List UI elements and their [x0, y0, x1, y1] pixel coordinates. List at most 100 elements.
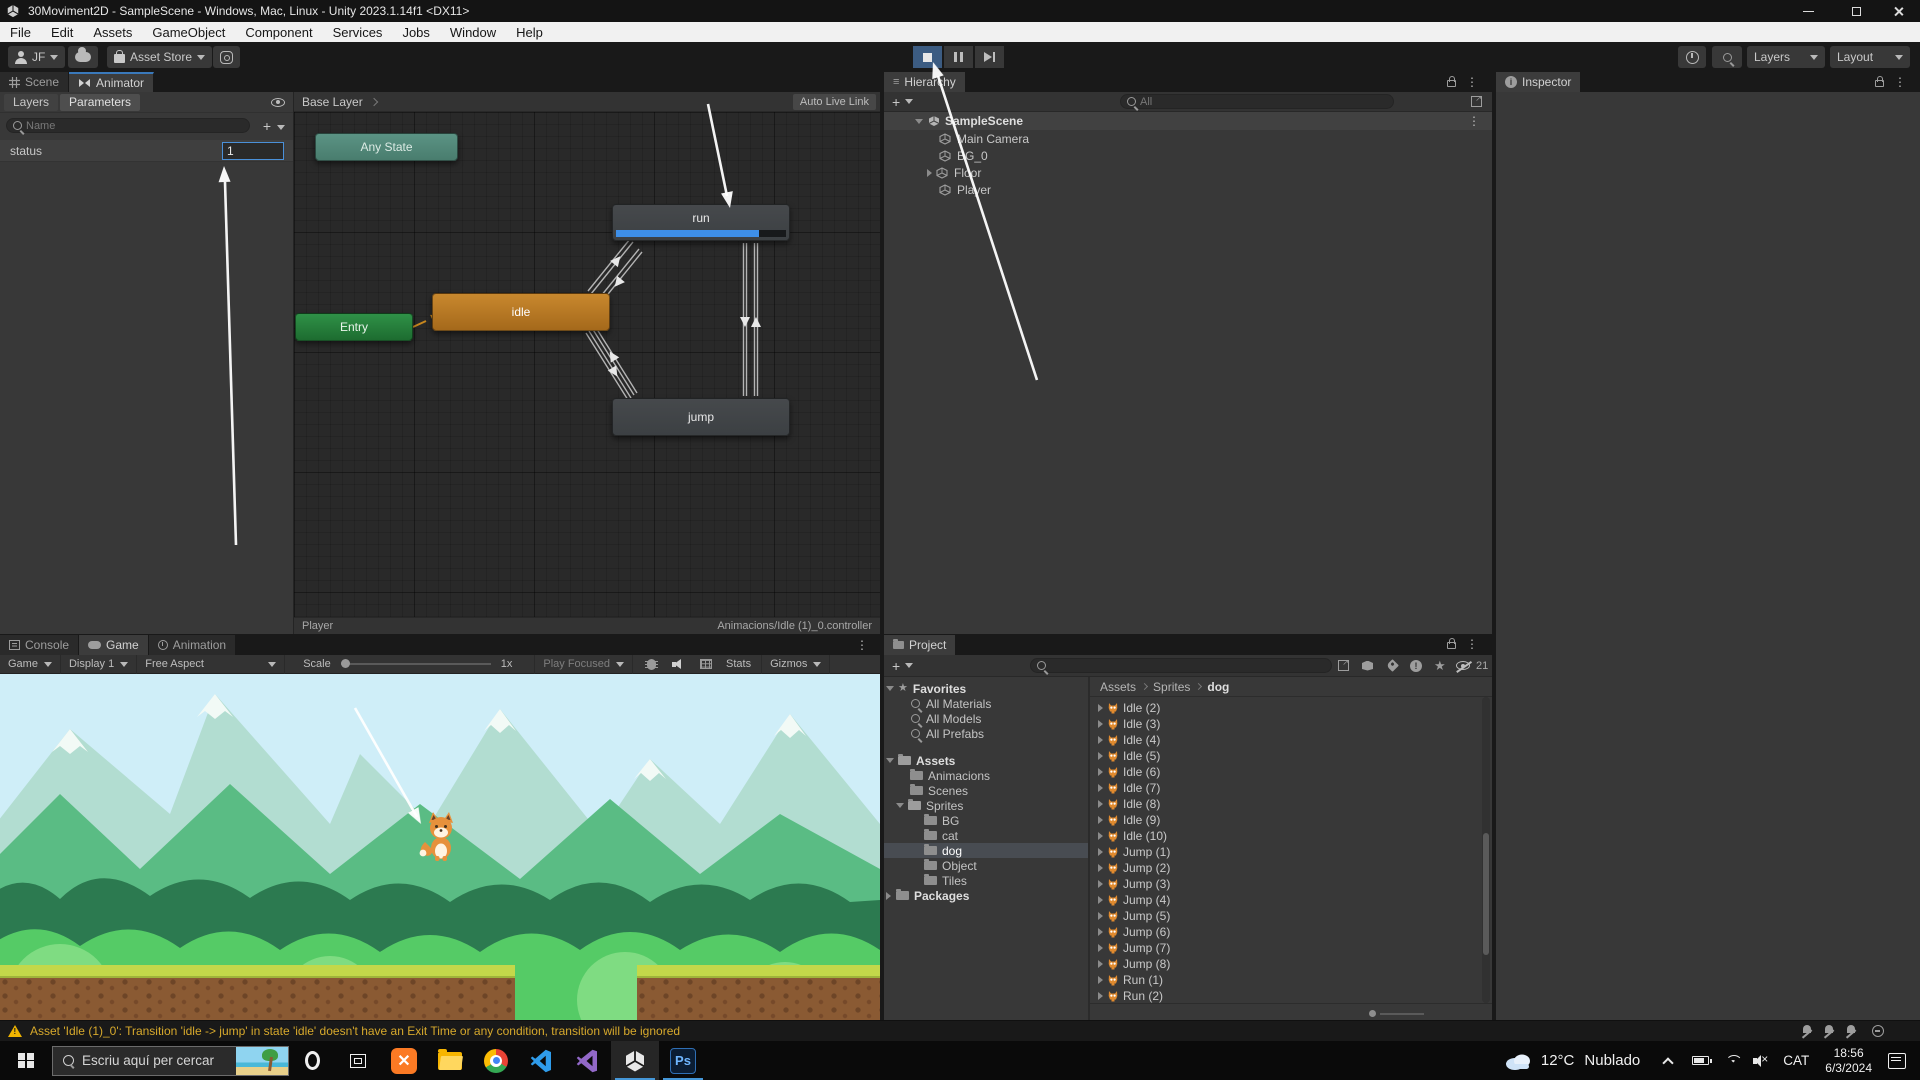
- lock-icon[interactable]: [1875, 80, 1884, 87]
- vsync-grid-icon[interactable]: [700, 659, 712, 669]
- menu-item[interactable]: File: [0, 25, 41, 40]
- expand-arrow-icon[interactable]: [1098, 784, 1103, 792]
- scale-slider[interactable]: [341, 663, 491, 665]
- game-viewport[interactable]: [0, 674, 880, 1020]
- breadcrumb-sprites[interactable]: Sprites: [1153, 680, 1190, 694]
- taskbar-photoshop[interactable]: Ps: [659, 1041, 707, 1080]
- expand-arrow-icon[interactable]: [1098, 768, 1103, 776]
- tab-project[interactable]: Project: [884, 635, 956, 655]
- tray-expand-icon[interactable]: [1663, 1057, 1674, 1068]
- taskbar-vscode[interactable]: [519, 1041, 565, 1080]
- gizmos-dropdown[interactable]: Gizmos: [761, 655, 830, 674]
- taskbar-unity[interactable]: [611, 1041, 659, 1080]
- expand-arrow-icon[interactable]: [886, 892, 891, 900]
- aspect-dropdown[interactable]: Free Aspect: [137, 655, 285, 674]
- package-filter-icon[interactable]: [1362, 661, 1373, 671]
- state-node-any-state[interactable]: Any State: [315, 133, 458, 161]
- chevron-down-icon[interactable]: [277, 125, 285, 130]
- cloud-button[interactable]: [68, 46, 98, 68]
- tree-item-assets[interactable]: Assets: [884, 753, 1088, 768]
- hidden-count-icon[interactable]: [1456, 661, 1470, 670]
- project-file-row[interactable]: Jump (8): [1090, 956, 1480, 972]
- task-view-button[interactable]: [335, 1041, 381, 1080]
- hierarchy-scene-row[interactable]: SampleScene: [884, 112, 1492, 130]
- expand-arrow-icon[interactable]: [886, 758, 894, 763]
- menu-item[interactable]: Window: [440, 25, 506, 40]
- tree-item-all-models[interactable]: All Models: [884, 711, 1088, 726]
- lock-icon[interactable]: [1447, 642, 1456, 649]
- menu-item[interactable]: GameObject: [142, 25, 235, 40]
- breadcrumb-assets[interactable]: Assets: [1100, 680, 1136, 694]
- tree-item-animacions[interactable]: Animacions: [884, 768, 1088, 783]
- battery-icon[interactable]: [1692, 1056, 1709, 1065]
- progress-status-icon[interactable]: [1872, 1025, 1884, 1037]
- tree-item-tiles[interactable]: Tiles: [884, 873, 1088, 888]
- menu-item[interactable]: Help: [506, 25, 553, 40]
- project-file-row[interactable]: Idle (3): [1090, 716, 1480, 732]
- tree-item-all-materials[interactable]: All Materials: [884, 696, 1088, 711]
- kebab-menu-icon[interactable]: [1466, 638, 1478, 650]
- layers-dropdown[interactable]: Layers: [1747, 46, 1825, 68]
- taskbar-clock[interactable]: 18:56 6/3/2024: [1825, 1046, 1872, 1076]
- tree-item-favorites[interactable]: Favorites: [884, 681, 1088, 696]
- step-button[interactable]: [975, 46, 1004, 68]
- audio-mute-icon[interactable]: [672, 659, 686, 670]
- menu-item[interactable]: Assets: [83, 25, 142, 40]
- favorites-filter-icon[interactable]: [1434, 659, 1446, 672]
- tree-item-sprites[interactable]: Sprites: [884, 798, 1088, 813]
- weather-temperature[interactable]: 12°C: [1541, 1052, 1575, 1069]
- notifications-muted-icon[interactable]: [1823, 1024, 1836, 1037]
- thumbnail-size-slider[interactable]: [1369, 1010, 1376, 1017]
- stats-button[interactable]: Stats: [726, 658, 751, 670]
- hierarchy-search-input[interactable]: [1140, 96, 1387, 108]
- expand-arrow-icon[interactable]: [1098, 976, 1103, 984]
- kebab-menu-icon[interactable]: [1468, 115, 1480, 127]
- tree-item-bg[interactable]: BG: [884, 813, 1088, 828]
- kebab-menu-icon[interactable]: [1466, 76, 1478, 88]
- maximize-button[interactable]: [1834, 0, 1878, 22]
- taskbar-opera[interactable]: [289, 1041, 335, 1080]
- menu-item[interactable]: Edit: [41, 25, 83, 40]
- expand-arrow-icon[interactable]: [886, 686, 894, 691]
- create-asset-button[interactable]: [892, 659, 900, 673]
- project-file-row[interactable]: Idle (9): [1090, 812, 1480, 828]
- expand-arrow-icon[interactable]: [1098, 704, 1103, 712]
- tree-item-object[interactable]: Object: [884, 858, 1088, 873]
- auto-live-link-button[interactable]: Auto Live Link: [793, 94, 876, 110]
- hierarchy-item-bg0[interactable]: BG_0: [884, 147, 1492, 164]
- alert-filter-icon[interactable]: !: [1410, 660, 1422, 672]
- state-node-entry[interactable]: Entry: [295, 313, 413, 341]
- layout-dropdown[interactable]: Layout: [1830, 46, 1910, 68]
- tab-animator[interactable]: Animator: [69, 72, 154, 92]
- tag-filter-icon[interactable]: [1386, 659, 1399, 672]
- breadcrumb-dog[interactable]: dog: [1207, 680, 1229, 694]
- project-file-row[interactable]: Jump (2): [1090, 860, 1480, 876]
- tab-console[interactable]: Console: [0, 635, 79, 655]
- hierarchy-item-player[interactable]: Player: [884, 181, 1492, 198]
- parameter-row[interactable]: status: [0, 140, 293, 162]
- expand-arrow-icon[interactable]: [1098, 992, 1103, 1000]
- expand-arrow-icon[interactable]: [1098, 896, 1103, 904]
- taskbar-search[interactable]: Escriu aquí per cercar: [52, 1046, 289, 1076]
- tab-game[interactable]: Game: [79, 635, 149, 655]
- project-file-row[interactable]: Jump (3): [1090, 876, 1480, 892]
- notifications-muted-icon[interactable]: [1845, 1024, 1858, 1037]
- chevron-down-icon[interactable]: [905, 663, 913, 668]
- project-file-row[interactable]: Run (1): [1090, 972, 1480, 988]
- project-file-row[interactable]: Idle (6): [1090, 764, 1480, 780]
- chevron-down-icon[interactable]: [905, 99, 913, 104]
- expand-arrow-icon[interactable]: [1098, 848, 1103, 856]
- open-window-icon[interactable]: [1338, 660, 1349, 671]
- search-highlight-image[interactable]: [236, 1047, 288, 1075]
- project-file-row[interactable]: Jump (6): [1090, 924, 1480, 940]
- expand-arrow-icon[interactable]: [927, 169, 932, 177]
- asset-store-dropdown[interactable]: Asset Store: [107, 46, 212, 68]
- game-target-dropdown[interactable]: Game: [0, 655, 61, 674]
- hierarchy-item-main-camera[interactable]: Main Camera: [884, 130, 1492, 147]
- expand-arrow-icon[interactable]: [915, 119, 923, 124]
- display-dropdown[interactable]: Display 1: [61, 655, 137, 674]
- menu-item[interactable]: Services: [323, 25, 393, 40]
- layers-subtab[interactable]: Layers: [4, 94, 58, 111]
- close-button[interactable]: [1876, 0, 1920, 22]
- project-file-row[interactable]: Idle (5): [1090, 748, 1480, 764]
